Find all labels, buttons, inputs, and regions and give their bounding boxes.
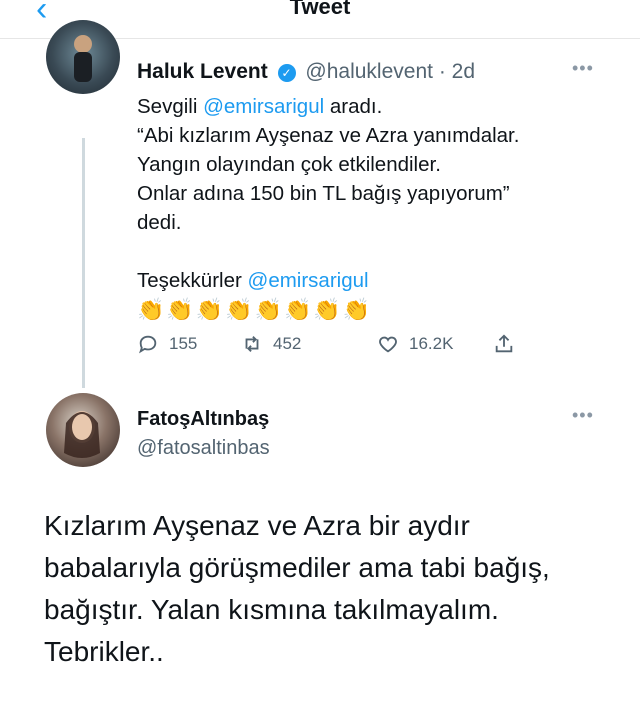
text-line: dedi.	[137, 211, 182, 234]
text-segment: aradı.	[324, 95, 383, 118]
avatar[interactable]	[46, 20, 120, 94]
clap-emojis: 👏👏👏👏👏👏👏👏	[137, 297, 373, 322]
more-options-icon[interactable]: •••	[572, 58, 594, 79]
reply-button[interactable]: 155	[137, 333, 197, 355]
thread-line	[82, 138, 85, 388]
reply-text: Kızlarım Ayşenaz ve Azra bir aydır babal…	[44, 510, 550, 667]
like-count: 16.2K	[409, 334, 454, 353]
author-handle[interactable]: @haluklevent	[305, 60, 433, 83]
text-segment: Teşekkürler	[137, 269, 248, 292]
reply-icon	[139, 335, 157, 354]
tweet-time: · 2d	[438, 60, 475, 83]
more-options-icon[interactable]: •••	[572, 405, 594, 426]
retweet-button[interactable]: 452	[241, 333, 301, 355]
reply-author-name[interactable]: FatoşAltınbaş	[137, 408, 269, 431]
verified-badge-icon: ✓	[277, 64, 296, 82]
text-line: “Abi kızlarım Ayşenaz ve Azra yanımdalar…	[137, 124, 520, 147]
text-line: Yangın olayından çok etkilendiler.	[137, 153, 441, 176]
text-segment: Sevgili	[137, 95, 204, 118]
share-button[interactable]	[493, 333, 515, 355]
share-icon	[495, 334, 513, 353]
tweet-actions: 155 452 16.2K	[137, 333, 537, 363]
retweet-icon	[245, 336, 259, 352]
text-line: Onlar adına 150 bin TL bağış yapıyorum”	[137, 182, 510, 205]
mention-link[interactable]: @emirsarigul	[203, 95, 324, 118]
reply-author-handle[interactable]: @fatosaltinbas	[137, 437, 270, 460]
mention-link[interactable]: @emirsarigul	[248, 269, 369, 292]
tweet-author-line: Haluk Levent ✓ @haluklevent · 2d	[137, 60, 475, 84]
reply-count: 155	[169, 334, 198, 353]
avatar[interactable]	[46, 393, 120, 467]
tweet-text: Sevgili @emirsarigul aradı. “Abi kızları…	[137, 92, 607, 324]
page-title: Tweet	[289, 0, 351, 19]
like-button[interactable]: 16.2K	[377, 333, 453, 355]
retweet-count: 452	[273, 334, 302, 353]
author-name[interactable]: Haluk Levent	[137, 60, 268, 83]
heart-icon	[379, 336, 397, 353]
